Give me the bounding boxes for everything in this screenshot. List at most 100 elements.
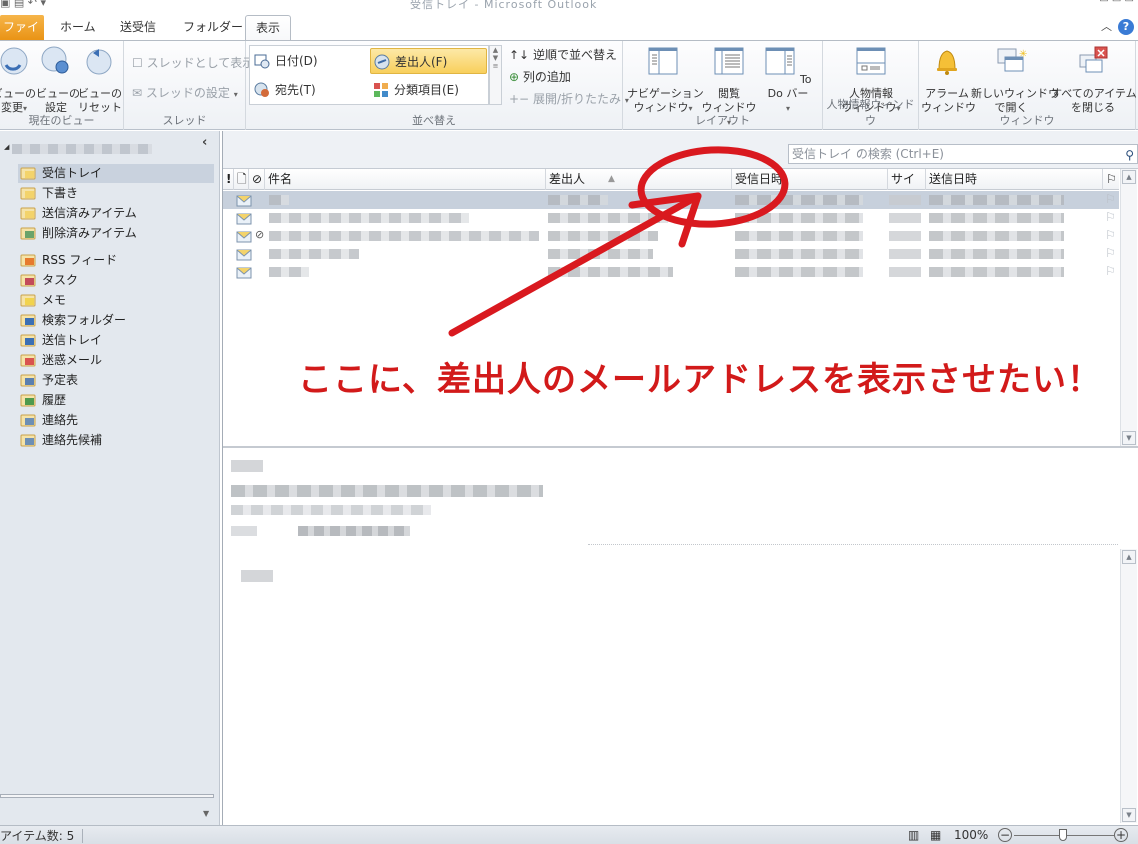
tab-file[interactable]: ファイル xyxy=(0,15,44,58)
flag-icon[interactable]: ⚐ xyxy=(1105,228,1116,242)
search-icon[interactable]: ⚲ xyxy=(1125,146,1134,164)
folder-item[interactable]: 削除済みアイテム xyxy=(18,224,214,243)
zoom-in-button[interactable]: + xyxy=(1114,828,1128,842)
folder-item[interactable]: RSS フィード xyxy=(18,251,214,270)
zoom-out-button[interactable]: − xyxy=(998,828,1012,842)
view-settings-button[interactable]: ビューの 設定 xyxy=(36,45,80,115)
nav-horizontal-scrollbar[interactable] xyxy=(0,794,214,798)
expand-collapse-button[interactable]: +− 展開/折りたたみ ▾ xyxy=(509,90,629,107)
zoom-slider-thumb[interactable] xyxy=(1059,829,1067,841)
help-icon[interactable]: ? xyxy=(1118,19,1134,35)
message-row[interactable]: ⊘ ⚐ xyxy=(223,227,1119,245)
arrangement-gallery-scroll[interactable]: ▲ ▼ ≡ xyxy=(489,45,502,105)
folder-item[interactable]: 連絡先候補 xyxy=(18,431,214,450)
message-row[interactable]: ⚐ xyxy=(223,191,1119,209)
message-row[interactable]: ⚐ xyxy=(223,209,1119,227)
column-attachment[interactable]: ⊘ xyxy=(249,169,265,190)
main-pane: 受信トレイ の検索 (Ctrl+E) ⚲ ! 🗋 ⊘ 件名 差出人 ▲ 受信日時 … xyxy=(222,131,1138,825)
flag-icon[interactable]: ⚐ xyxy=(1105,264,1116,278)
navigation-pane-icon xyxy=(648,47,678,75)
quick-access-toolbar[interactable]: ▣ ▤ ↶ ▾ xyxy=(0,0,46,9)
reset-view-button[interactable]: ビューの リセット xyxy=(78,45,122,115)
close-all-items-button[interactable]: すべてのアイテム を閉じる xyxy=(1051,45,1137,115)
envelope-icon xyxy=(236,267,252,279)
expand-triangle-icon[interactable]: ◢ xyxy=(4,143,9,151)
reading-pane-scrollbar[interactable]: ▲ ▼ xyxy=(1120,549,1137,823)
folder-item[interactable]: 受信トレイ xyxy=(18,164,214,183)
reset-view-icon xyxy=(86,49,112,75)
tab-view[interactable]: 表示 xyxy=(245,15,292,41)
size-redacted xyxy=(889,195,921,205)
folder-item[interactable]: メモ xyxy=(18,291,214,310)
tab-folder[interactable]: フォルダー xyxy=(173,15,253,41)
message-list-scrollbar[interactable]: ▲ ▼ xyxy=(1120,169,1137,446)
window-controls[interactable]: ▭ ▭ ▭ xyxy=(1099,0,1134,5)
folder-item[interactable]: 連絡先 xyxy=(18,411,214,430)
todo-bar-button[interactable]: To Do バー ▾ xyxy=(757,45,819,116)
column-subject[interactable]: 件名 xyxy=(265,169,546,190)
search-input[interactable]: 受信トレイ の検索 (Ctrl+E) ⚲ xyxy=(788,144,1138,164)
add-column-button[interactable]: ⊕ 列の追加 xyxy=(509,68,571,85)
new-window-icon: ✳ xyxy=(997,48,1027,72)
envelope-icon xyxy=(236,213,252,225)
column-size[interactable]: サイズ xyxy=(888,169,926,207)
categories-icon xyxy=(374,83,388,97)
open-new-window-button[interactable]: ✳ 新しいウィンドウ で開く xyxy=(971,45,1059,115)
change-view-icon xyxy=(0,47,28,75)
arrange-by-from[interactable]: 差出人(F) xyxy=(370,48,487,74)
message-row[interactable]: ⚐ xyxy=(223,263,1119,281)
minimize-ribbon-icon[interactable]: ︿ xyxy=(1101,18,1112,34)
zoom-level[interactable]: 100% xyxy=(954,828,988,842)
notes-icon xyxy=(20,293,36,308)
mailbox-account[interactable]: ◢ xyxy=(4,143,154,155)
arrange-by-date[interactable]: 日付(D) xyxy=(251,48,361,74)
folder-item[interactable]: 迷惑メール xyxy=(18,351,214,370)
flag-icon[interactable]: ⚐ xyxy=(1105,246,1116,260)
column-from[interactable]: 差出人 ▲ xyxy=(546,169,732,190)
attachment-icon: ⊘ xyxy=(255,228,265,241)
from-icon xyxy=(374,54,390,70)
folder-item[interactable]: タスク xyxy=(18,271,214,290)
reading-view-icon[interactable]: ▦ xyxy=(930,828,941,842)
group-label-arrangement: 並べ替え xyxy=(412,114,456,127)
flag-icon: ⚐ xyxy=(1106,172,1117,186)
column-received[interactable]: 受信日時 xyxy=(732,169,888,190)
arrange-by-to[interactable]: 宛先(T) xyxy=(251,77,361,103)
message-row[interactable]: ⚐ xyxy=(223,245,1119,263)
tab-home[interactable]: ホーム xyxy=(50,15,106,41)
change-view-button[interactable]: ビューの 変更▾ xyxy=(0,45,36,116)
to-icon xyxy=(254,82,269,97)
header-separator xyxy=(588,544,1118,545)
column-flag[interactable]: ⚐ xyxy=(1103,169,1119,190)
show-as-thread-checkbox[interactable]: ☐ スレッドとして表示 xyxy=(132,54,254,71)
thread-settings-button[interactable]: ✉ スレッドの設定 ▾ xyxy=(132,84,238,101)
scroll-down-icon[interactable]: ▼ xyxy=(1122,431,1136,445)
column-icon[interactable]: 🗋 xyxy=(234,169,249,190)
collapse-nav-icon[interactable]: ‹ xyxy=(202,135,207,150)
nav-scroll-down-icon[interactable]: ▼ xyxy=(203,809,209,818)
folder-label: 予定表 xyxy=(42,373,79,387)
scroll-up-icon[interactable]: ▲ xyxy=(1122,170,1136,184)
folder-item[interactable]: 予定表 xyxy=(18,371,214,390)
folder-item[interactable]: 履歴 xyxy=(18,391,214,410)
folder-item[interactable]: 送信トレイ xyxy=(18,331,214,350)
tasks-icon xyxy=(20,273,36,288)
reverse-sort-button[interactable]: ↑↓ 逆順で並べ替え xyxy=(509,46,617,63)
reminders-window-button[interactable]: アラーム ウィンドウ xyxy=(921,45,976,115)
folder-item[interactable]: 送信済みアイテム xyxy=(18,204,214,223)
arrange-by-categories[interactable]: 分類項目(E) xyxy=(370,77,487,103)
preview-scroll-down-icon[interactable]: ▼ xyxy=(1122,808,1136,822)
flag-icon[interactable]: ⚐ xyxy=(1105,192,1116,206)
flag-icon[interactable]: ⚐ xyxy=(1105,210,1116,224)
navigation-pane-button[interactable]: ナビゲーション ウィンドウ▾ xyxy=(627,45,704,116)
deleted-items-icon xyxy=(20,226,36,241)
column-importance[interactable]: ! xyxy=(223,169,234,190)
column-sent[interactable]: 送信日時 xyxy=(926,169,1103,190)
arrangement-gallery: 日付(D) 差出人(F) 宛先(T) 分類項目(E) xyxy=(249,45,489,105)
tab-send-receive[interactable]: 送受信 xyxy=(110,15,166,41)
folder-label: RSS フィード xyxy=(42,253,118,267)
preview-scroll-up-icon[interactable]: ▲ xyxy=(1122,550,1136,564)
folder-item[interactable]: 下書き xyxy=(18,184,214,203)
normal-view-icon[interactable]: ▥ xyxy=(908,828,919,842)
folder-item[interactable]: 検索フォルダー xyxy=(18,311,214,330)
